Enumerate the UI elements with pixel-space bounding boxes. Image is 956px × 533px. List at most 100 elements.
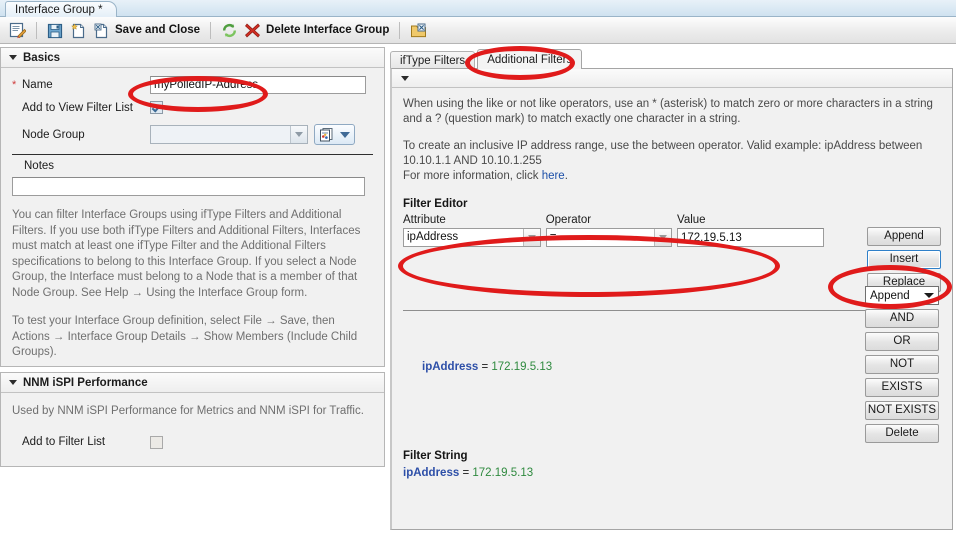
node-group-row: Node Group <box>10 124 375 145</box>
exists-button[interactable]: EXISTS <box>865 378 939 397</box>
attribute-field-group: Attribute ipAddress <box>403 214 541 247</box>
value-label: Value <box>677 214 706 226</box>
chevron-down-icon <box>9 380 17 385</box>
help-paragraph-2: To test your Interface Group definition,… <box>12 315 358 358</box>
hint-line-2: 10.10.1.1 AND 10.10.1.255 <box>403 155 542 167</box>
tab-iftype-filters-label: ifType Filters <box>400 55 466 67</box>
or-button[interactable]: OR <box>865 332 939 351</box>
filter-editor: Filter Editor Attribute ipAddress Operat… <box>403 198 941 292</box>
operator-label: Operator <box>545 214 592 226</box>
save-and-new-button[interactable] <box>67 19 90 41</box>
filter-expression-area[interactable]: ipAddress = 172.19.5.13 <box>403 360 833 448</box>
logic-mode-select[interactable]: Append <box>865 286 939 305</box>
notes-label: Notes <box>24 160 55 172</box>
left-pane: Basics * Name Add to View Filter List No… <box>0 47 385 533</box>
chevron-down-icon <box>401 75 409 81</box>
node-group-label: Node Group <box>22 128 85 141</box>
append-button[interactable]: Append <box>867 227 941 246</box>
refresh-button[interactable] <box>218 19 241 41</box>
nnm-ispi-section-header[interactable]: NNM iSPI Performance <box>1 373 384 393</box>
chevron-down-icon[interactable] <box>290 126 307 143</box>
filter-tabs: ifType Filters Additional Filters <box>390 49 583 69</box>
additional-filters-panel-body: When using the like or not like operator… <box>392 88 952 528</box>
operator-select[interactable]: = <box>545 228 672 247</box>
add-to-filter-list-checkbox[interactable] <box>150 435 163 449</box>
logic-mode-value: Append <box>870 289 910 302</box>
chevron-down-icon[interactable] <box>522 229 540 246</box>
toolbar-separator <box>399 21 401 39</box>
node-group-value <box>151 126 290 143</box>
hint-line-1: To create an inclusive IP address range,… <box>403 140 923 152</box>
add-to-filter-list-label: Add to Filter List <box>22 436 106 448</box>
name-label: Name <box>22 79 53 91</box>
chevron-down-icon <box>340 131 350 138</box>
expression-value: 172.19.5.13 <box>491 361 553 373</box>
basics-section-header[interactable]: Basics <box>1 48 384 68</box>
node-group-combo[interactable] <box>150 125 308 144</box>
filter-string-block: Filter String ipAddress = 172.19.5.13 <box>403 450 533 481</box>
filter-string-attribute: ipAddress <box>403 467 460 479</box>
divider <box>403 310 917 311</box>
filter-string-value-token: 172.19.5.13 <box>472 467 534 479</box>
tab-additional-filters-label: Additional Filters <box>487 54 573 66</box>
toolbar-separator <box>36 21 37 39</box>
notes-input-wrap <box>10 172 375 196</box>
floppy-save-icon <box>47 22 64 39</box>
right-pane: ifType Filters Additional Filters When u… <box>387 44 956 533</box>
save-and-close-label: Save and Close <box>115 24 201 36</box>
notes-input[interactable] <box>12 177 365 196</box>
insert-button[interactable]: Insert <box>867 250 941 269</box>
filter-expression-row[interactable]: ipAddress = 172.19.5.13 <box>403 360 833 375</box>
form-edit-icon <box>9 22 27 39</box>
name-row: * Name <box>10 76 375 94</box>
tab-additional-filters[interactable]: Additional Filters <box>477 49 583 69</box>
document-tab-interface-group[interactable]: Interface Group * <box>5 1 117 18</box>
folder-close-icon <box>410 22 427 39</box>
name-input[interactable] <box>150 76 366 94</box>
tab-iftype-filters[interactable]: ifType Filters <box>390 51 476 69</box>
save-close-icon <box>93 22 110 39</box>
filter-string-operator: = <box>462 467 470 479</box>
filter-editor-row: Attribute ipAddress Operator = Value 172… <box>403 214 941 292</box>
help-paragraph-1: You can filter Interface Groups using if… <box>12 209 361 299</box>
nnm-ispi-section-title: NNM iSPI Performance <box>23 376 148 389</box>
additional-filters-panel: When using the like or not like operator… <box>390 68 953 530</box>
hint-line-3-pre: For more information, click <box>403 170 542 182</box>
filter-string-title: Filter String <box>403 450 468 462</box>
not-button[interactable]: NOT <box>865 355 939 374</box>
close-button[interactable] <box>407 19 430 41</box>
node-group-picker-button[interactable] <box>314 124 355 145</box>
add-to-view-filter-list-checkbox[interactable] <box>150 101 163 114</box>
delete-interface-group-button[interactable]: Delete Interface Group <box>241 19 392 41</box>
not-exists-button[interactable]: NOT EXISTS <box>865 401 939 420</box>
attribute-label: Attribute <box>403 214 446 226</box>
add-to-filter-list-row: Add to Filter List <box>10 435 375 449</box>
nnm-ispi-section-body: Used by NNM iSPI Performance for Metrics… <box>1 393 384 466</box>
attribute-select[interactable]: ipAddress <box>403 228 541 247</box>
save-button[interactable] <box>44 19 67 41</box>
attribute-value: ipAddress <box>404 229 523 246</box>
form-content: Basics * Name Add to View Filter List No… <box>0 44 956 533</box>
notes-label-wrap: Notes <box>10 160 375 172</box>
more-information-link[interactable]: here <box>542 170 565 182</box>
chevron-down-icon <box>9 55 17 60</box>
delete-interface-group-label: Delete Interface Group <box>266 24 390 36</box>
toolbar-separator <box>210 21 212 39</box>
nnm-ispi-performance-section: NNM iSPI Performance Used by NNM iSPI Pe… <box>0 372 385 467</box>
edit-form-button[interactable] <box>6 19 29 41</box>
delete-button[interactable]: Delete <box>865 424 939 443</box>
and-button[interactable]: AND <box>865 309 939 328</box>
divider <box>12 154 373 155</box>
additional-filters-panel-header[interactable] <box>392 69 952 88</box>
new-document-icon <box>70 22 87 39</box>
expression-attribute: ipAddress <box>422 361 479 373</box>
value-input[interactable] <box>677 228 824 247</box>
save-and-close-button[interactable]: Save and Close <box>90 19 203 41</box>
hint-paragraph-1: When using the like or not like operator… <box>403 98 933 125</box>
hint-paragraph-2: To create an inclusive IP address range,… <box>403 139 941 184</box>
add-to-view-filter-list-row: Add to View Filter List <box>10 101 375 114</box>
operator-field-group: Operator = <box>545 214 672 247</box>
chevron-down-icon[interactable] <box>654 229 671 246</box>
basics-help-text: You can filter Interface Groups using if… <box>10 208 375 361</box>
nnm-ispi-description: Used by NNM iSPI Performance for Metrics… <box>12 405 364 417</box>
